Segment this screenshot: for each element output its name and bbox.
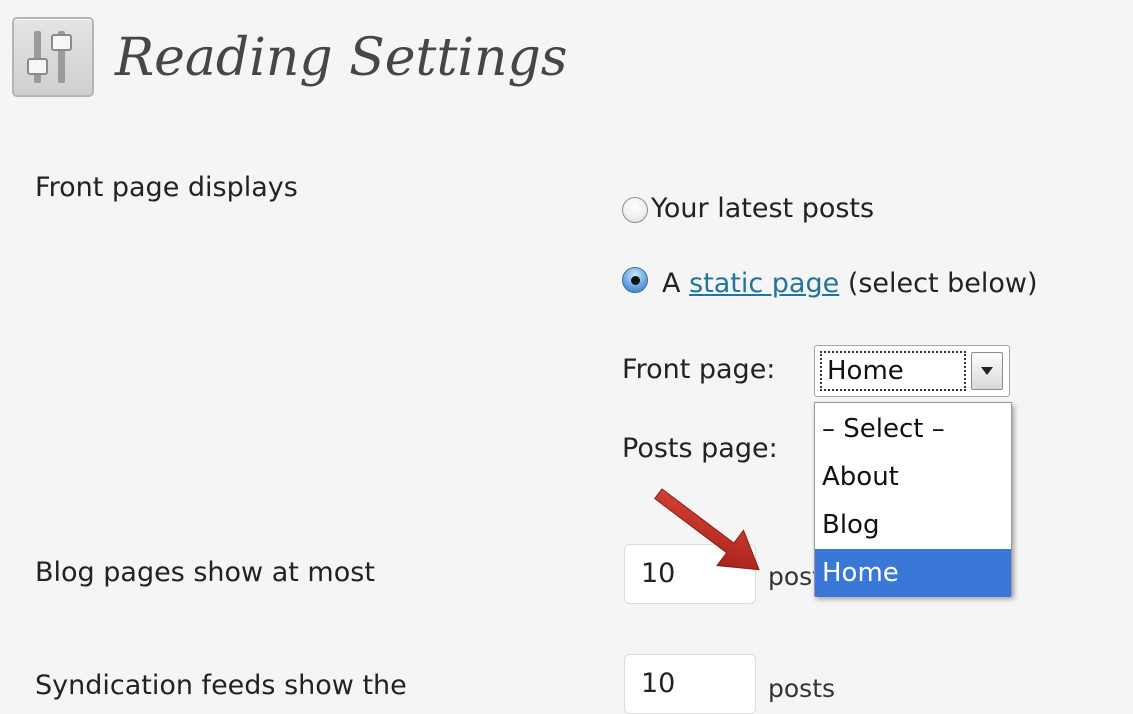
front-page-select[interactable]: Home <box>814 345 1010 397</box>
front-page-dropdown-list[interactable]: – Select – About Blog Home <box>814 402 1012 597</box>
chevron-down-icon <box>981 367 993 375</box>
syndication-label: Syndication feeds show the <box>35 670 407 701</box>
dropdown-option-home[interactable]: Home <box>815 549 1011 597</box>
radio-latest-posts-label: Your latest posts <box>651 193 875 224</box>
page-title: Reading Settings <box>115 28 568 88</box>
front-page-select-value: Home <box>827 356 904 386</box>
dropdown-option-blog[interactable]: Blog <box>815 501 1011 549</box>
dropdown-option-select[interactable]: – Select – <box>815 405 1011 453</box>
static-page-suffix: (select below) <box>847 268 1038 299</box>
blog-pages-label: Blog pages show at most <box>35 557 375 588</box>
static-page-prefix: A <box>662 268 681 299</box>
radio-checked-dot <box>631 276 640 285</box>
static-page-link[interactable]: static page <box>689 268 839 299</box>
radio-latest-posts[interactable] <box>622 197 648 223</box>
red-arrow-icon <box>654 488 760 571</box>
radio-static-page-label: A static page (select below) <box>662 266 1038 302</box>
front-page-select-label: Front page: <box>622 354 776 385</box>
syndication-suffix: posts <box>768 674 836 703</box>
settings-sliders-icon <box>12 17 94 97</box>
dropdown-option-about[interactable]: About <box>815 453 1011 501</box>
syndication-input[interactable]: 10 <box>624 654 756 714</box>
front-page-displays-label: Front page displays <box>35 172 298 203</box>
select-dropdown-button[interactable] <box>971 352 1003 390</box>
posts-page-select-label: Posts page: <box>622 433 778 464</box>
radio-static-page[interactable] <box>622 267 648 293</box>
